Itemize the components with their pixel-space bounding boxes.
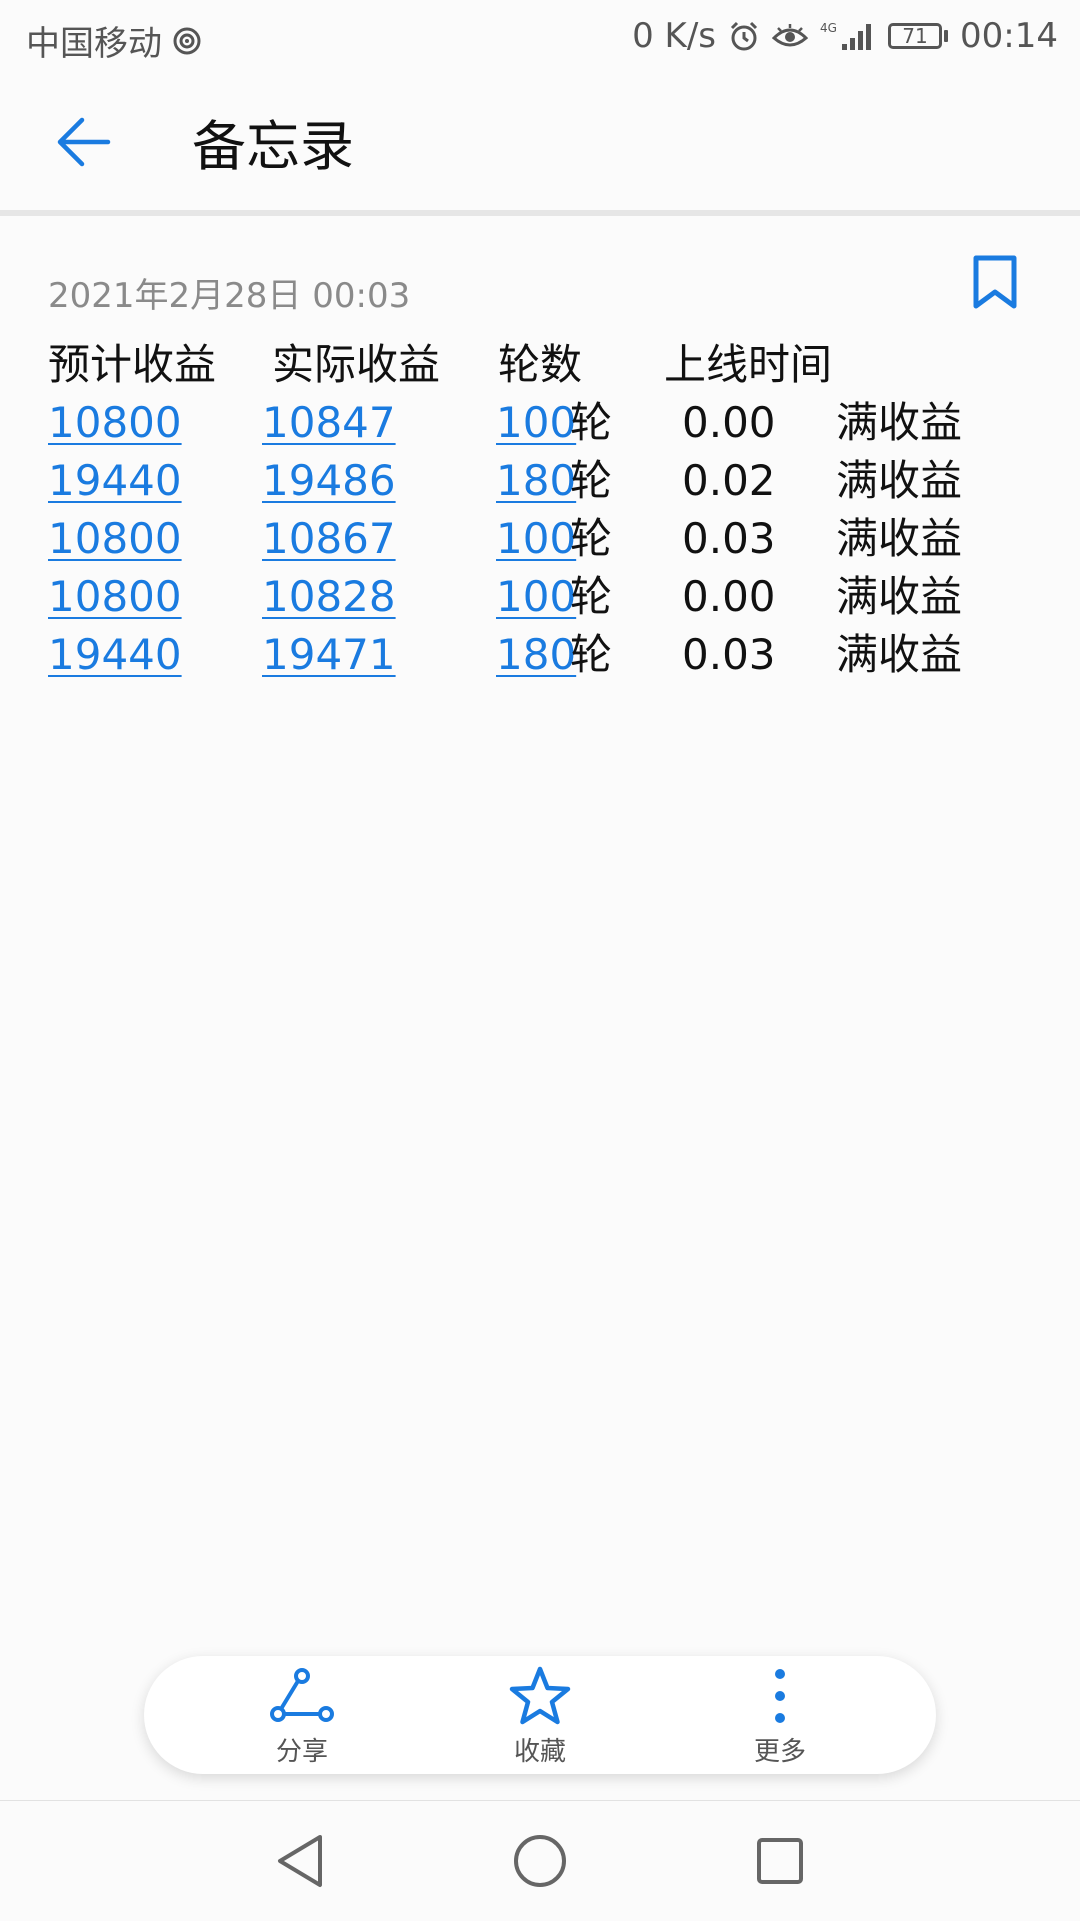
favorite-button[interactable]: 收藏 (470, 1664, 610, 1768)
share-icon (270, 1667, 334, 1722)
alarm-icon (728, 20, 760, 52)
online-time: 0.00 (682, 398, 776, 447)
favorite-label: 收藏 (513, 1737, 566, 1767)
rounds-value-link[interactable]: 180 (496, 626, 576, 684)
header-expected: 预计收益 (48, 340, 217, 389)
expected-value-link[interactable]: 10800 (48, 510, 182, 568)
more-label: 更多 (753, 1737, 806, 1767)
actual-value-link[interactable]: 19471 (262, 626, 396, 684)
carrier-name: 中国移动 (26, 24, 162, 64)
triangle-back-icon (278, 1835, 322, 1887)
expected-value-link[interactable]: 10800 (48, 394, 182, 452)
header-rounds: 轮数 (498, 340, 583, 389)
signal-4g-icon: 4G (820, 20, 876, 52)
hotspot-icon (172, 26, 202, 56)
nav-home-button[interactable] (510, 1831, 570, 1891)
more-button[interactable]: 更多 (710, 1664, 850, 1768)
rounds-unit: 轮 (570, 572, 613, 621)
header-online-time: 上线时间 (664, 340, 833, 389)
bookmark-button[interactable] (972, 254, 1022, 314)
actual-value-link[interactable]: 10828 (262, 568, 396, 626)
net-speed: 0 K/s (632, 16, 717, 56)
rounds-value-link[interactable]: 100 (496, 510, 576, 568)
network-type-label: 4G (820, 21, 837, 35)
nav-back-button[interactable] (270, 1831, 330, 1891)
battery-level: 71 (888, 23, 943, 49)
status-left: 中国移动 (26, 16, 202, 65)
page-title: 备忘录 (192, 115, 354, 178)
header-actual: 实际收益 (272, 340, 441, 389)
more-vertical-icon (775, 1668, 785, 1723)
status-text: 满收益 (836, 630, 963, 679)
status-right: 0 K/s 4G 71 00:14 (632, 16, 1058, 56)
title-divider (0, 210, 1080, 216)
actual-value-link[interactable]: 10867 (262, 510, 396, 568)
title-bar: 备忘录 (0, 76, 1080, 210)
expected-value-link[interactable]: 19440 (48, 626, 182, 684)
share-button[interactable]: 分享 (232, 1664, 372, 1768)
battery-icon: 71 (888, 23, 949, 49)
arrow-left-icon (57, 117, 111, 167)
rounds-unit: 轮 (570, 630, 613, 679)
nav-recents-button[interactable] (750, 1831, 810, 1891)
status-text: 满收益 (836, 514, 963, 563)
status-text: 满收益 (836, 456, 963, 505)
online-time: 0.02 (682, 456, 776, 505)
rounds-value-link[interactable]: 180 (496, 452, 576, 510)
actual-value-link[interactable]: 10847 (262, 394, 396, 452)
eye-comfort-icon (772, 22, 809, 50)
rounds-value-link[interactable]: 100 (496, 568, 576, 626)
action-bar: 分享 收藏 更多 (144, 1656, 936, 1774)
status-text: 满收益 (836, 398, 963, 447)
note-date: 2021年2月28日 00:03 (48, 276, 411, 316)
rounds-value-link[interactable]: 100 (496, 394, 576, 452)
square-recents-icon (757, 1838, 803, 1884)
share-label: 分享 (275, 1737, 328, 1767)
status-bar: 中国移动 0 K/s 4G 71 00:14 (0, 0, 1080, 76)
rounds-unit: 轮 (570, 514, 613, 563)
circle-home-icon (514, 1835, 566, 1887)
star-icon (509, 1666, 571, 1724)
expected-value-link[interactable]: 19440 (48, 452, 182, 510)
bookmark-icon (973, 255, 1017, 309)
online-time: 0.03 (682, 514, 776, 563)
rounds-unit: 轮 (570, 398, 613, 447)
actual-value-link[interactable]: 19486 (262, 452, 396, 510)
back-button[interactable] (52, 110, 116, 174)
online-time: 0.03 (682, 630, 776, 679)
status-text: 满收益 (836, 572, 963, 621)
expected-value-link[interactable]: 10800 (48, 568, 182, 626)
system-nav-bar (0, 1800, 1080, 1921)
status-time: 00:14 (960, 16, 1058, 56)
online-time: 0.00 (682, 572, 776, 621)
rounds-unit: 轮 (570, 456, 613, 505)
